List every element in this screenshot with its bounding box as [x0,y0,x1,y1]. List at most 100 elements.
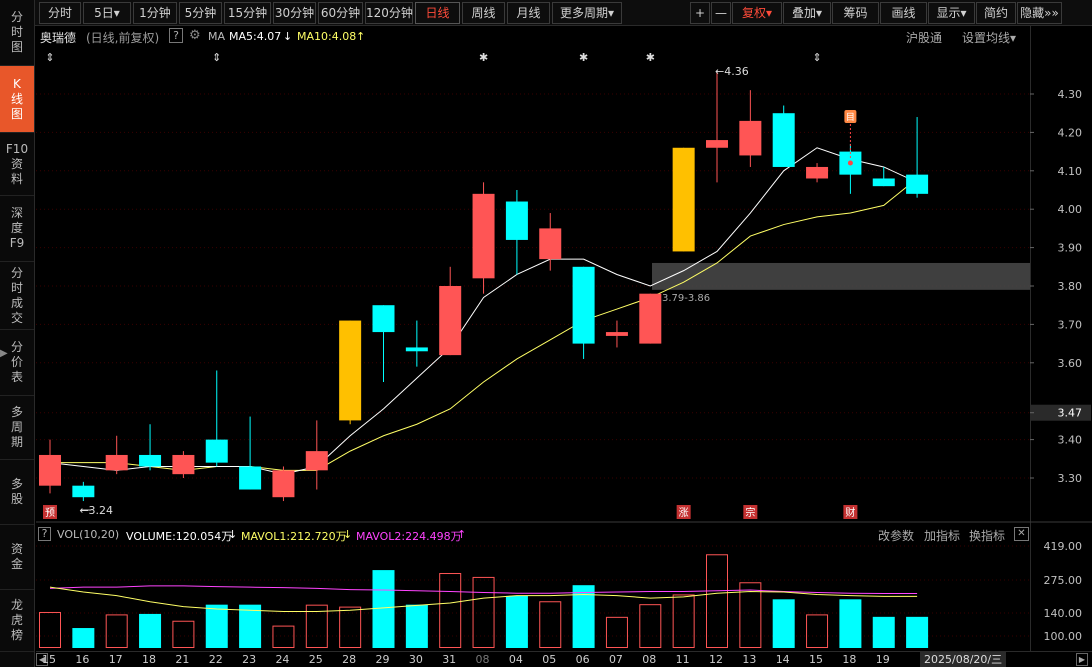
candle-16 [572,266,595,359]
candle-20 [706,70,728,183]
event-marker-icon: ⇕ [45,51,54,64]
price-tick-label: 4.00 [1058,203,1083,216]
date-axis: ◀ 15 16 17 18 21 22 23 24 25 28 29 30 31 08 04 05 06 07 08 1… [36,651,1092,667]
candle-23 [806,163,829,183]
volume-bar-23 [806,614,829,648]
volume-bar-14 [505,595,528,648]
candle-body [139,454,162,467]
price-tick-label: 3.80 [1058,280,1083,293]
volume-bar-7 [272,625,295,649]
candle-14 [505,190,528,275]
candle-body [239,466,262,490]
volume-bar-17 [605,616,628,648]
close-icon[interactable]: ✕ [1014,527,1029,541]
candle-11 [405,320,428,367]
price-tick-label: 4.30 [1058,88,1083,101]
vol-label: VOL(10,20) [57,528,120,541]
volume-bar-9 [339,606,362,648]
event-tag-label: 财 [845,506,855,519]
candle-12 [439,266,462,356]
candle-body [172,454,195,475]
note-icon-label: 目 [846,112,855,123]
candle-13 [472,182,495,294]
mavol2-value: MAVOL2:224.498万 [356,530,462,543]
volume-bar-5 [205,604,228,648]
date-tick-label: 23 [242,653,257,666]
volume-bar-6 [239,604,262,648]
date-tick-label: 21 [175,653,190,666]
event-marker-icon: ⇕ [212,51,221,64]
price-tick-label: 3.47 [1058,407,1083,420]
candle-body [105,454,128,471]
candle-25 [872,166,895,187]
date-tick-label: 08 [475,653,490,666]
candle-body [372,305,395,333]
add-indicator-button[interactable]: 加指标 [924,527,960,544]
low-price-label: ←3.24 [79,504,113,517]
scroll-right-button[interactable]: ▶ [1076,653,1088,666]
candle-body [339,320,362,421]
volume-bar-10 [372,570,395,648]
mavol1-value: MAVOL1:212.720万 [241,530,347,543]
event-marker-icon: ✱ [579,51,588,64]
candle-body [639,293,662,344]
note-point [847,160,853,166]
kline-chart[interactable]: 4.30 4.20 4.10 4.00 3.90 3.80 3.70 3.60 3.47 3.40… [0,0,1092,667]
candle-24 [839,143,862,194]
gap-band [652,262,1030,290]
date-tick-label: 28 [342,653,357,666]
date-tick-label: 18 [842,653,857,666]
volume-bar-21 [739,582,762,649]
date-tick-label: 25 [308,653,323,666]
date-tick-label: 19 [875,653,890,666]
candle-15 [539,213,562,271]
price-tick-label: 3.40 [1058,434,1083,447]
price-tick-label: 3.90 [1058,242,1083,255]
price-tick-label: 3.60 [1058,357,1083,370]
date-tick-label: 31 [442,653,457,666]
date-tick-label: 18 [142,653,157,666]
candle-4 [172,451,195,478]
date-tick-label: 05 [542,653,557,666]
event-tag-label: 宗 [745,506,755,519]
candle-8 [305,420,328,490]
event-tag-label: 涨 [679,507,689,519]
candle-1 [72,481,95,502]
volume-bar-3 [139,613,162,648]
date-tick-label: 07 [608,653,623,666]
candle-26 [906,117,929,198]
volume-bar-19 [672,594,695,648]
volume-bar-26 [906,616,929,648]
candle-body [305,451,328,471]
candle-18 [639,293,662,344]
candle-body [505,201,528,240]
volume-bar-20 [706,554,728,649]
vol-help-icon[interactable]: ? [38,527,51,541]
change-params-button[interactable]: 改参数 [878,527,914,544]
switch-indicator-button[interactable]: 换指标 [969,527,1005,544]
volume-bar-18 [639,604,662,649]
date-tick-label: 12 [709,653,723,666]
volume-bar-1 [72,628,95,648]
date-tick-label: 13 [742,653,757,666]
candle-2 [105,435,128,475]
date-tick-label: 15 [809,653,824,666]
candle-6 [239,416,262,490]
candle-body [472,193,495,279]
candle-body [672,147,695,252]
volume-tick-label: 100.00 [1044,630,1083,643]
volume-info-bar: ? VOL(10,20) VOLUME:120.054万 ↓ MAVOL1:21… [36,524,1030,544]
price-tick-label: 4.20 [1058,126,1083,139]
date-tick-label: 16 [75,653,90,666]
candle-19 [672,147,695,252]
date-tick-label: 06 [575,653,590,666]
candle-body [205,439,228,463]
volume-bar-11 [405,604,428,648]
candle-21 [739,90,762,167]
mavol2-arrow-up-icon: ↑ [457,528,467,541]
candle-9 [339,320,362,425]
event-marker-icon: ⇕ [812,51,821,64]
date-tick-label: 30 [408,653,423,666]
volume-bar-22 [772,599,795,648]
date-tick-label: 15 [42,653,56,666]
